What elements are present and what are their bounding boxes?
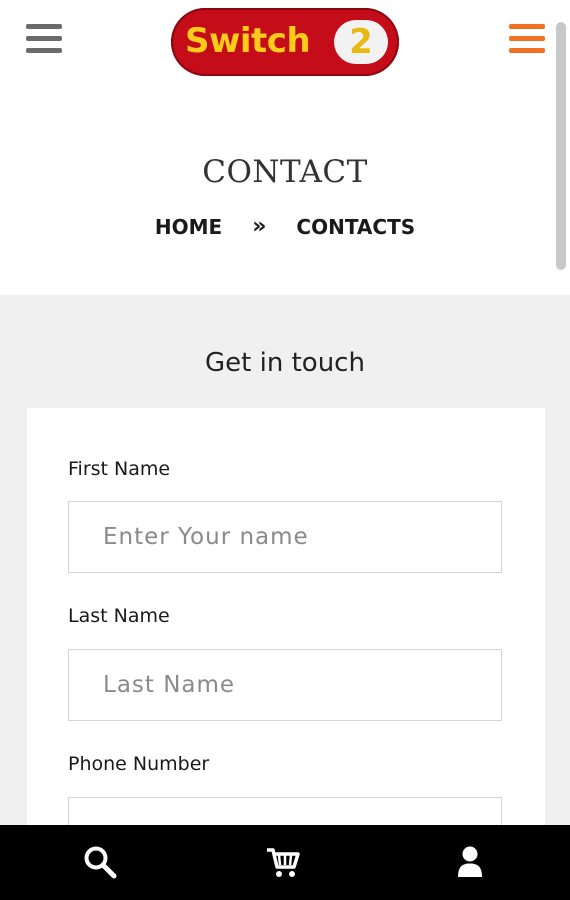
contact-form-card: First Name Last Name Phone Number <box>27 408 545 869</box>
logo-text: Switch <box>185 21 311 61</box>
cart-icon <box>267 848 300 877</box>
menu-bar <box>509 36 545 41</box>
menu-bar <box>26 48 62 53</box>
last-name-input[interactable] <box>68 649 502 721</box>
bottom-nav-search[interactable] <box>59 825 139 900</box>
user-icon <box>458 846 482 877</box>
hamburger-menu-icon[interactable] <box>26 24 62 54</box>
contact-form-section: Get in touch First Name Last Name Phone … <box>0 295 570 869</box>
page-title: CONTACT <box>202 154 368 190</box>
top-header: Switch 2 <box>0 0 570 90</box>
bottom-nav-cart[interactable] <box>241 825 321 900</box>
menu-bar <box>26 36 62 41</box>
last-name-label: Last Name <box>68 605 170 627</box>
bottom-nav-bar <box>0 825 570 900</box>
logo-badge: 2 <box>334 20 388 64</box>
breadcrumb: HOME » CONTACTS <box>0 210 570 244</box>
breadcrumb-separator-icon: » <box>252 214 267 239</box>
switch2-logo[interactable]: Switch 2 <box>171 8 399 76</box>
form-heading: Get in touch <box>205 348 365 378</box>
menu-bar <box>26 24 62 29</box>
menu-bar <box>509 48 545 53</box>
contact-page: Switch 2 CONTACT HOME » CONTACTS Get in to… <box>0 0 570 900</box>
menu-bar <box>509 24 545 29</box>
breadcrumb-home-link[interactable]: HOME <box>155 210 222 244</box>
first-name-label: First Name <box>68 458 171 480</box>
breadcrumb-current: CONTACTS <box>296 215 416 239</box>
bottom-nav-account[interactable] <box>430 825 510 900</box>
category-menu-icon[interactable] <box>509 24 545 54</box>
first-name-input[interactable] <box>68 501 502 573</box>
search-icon <box>84 846 117 879</box>
phone-number-label: Phone Number <box>68 753 210 775</box>
